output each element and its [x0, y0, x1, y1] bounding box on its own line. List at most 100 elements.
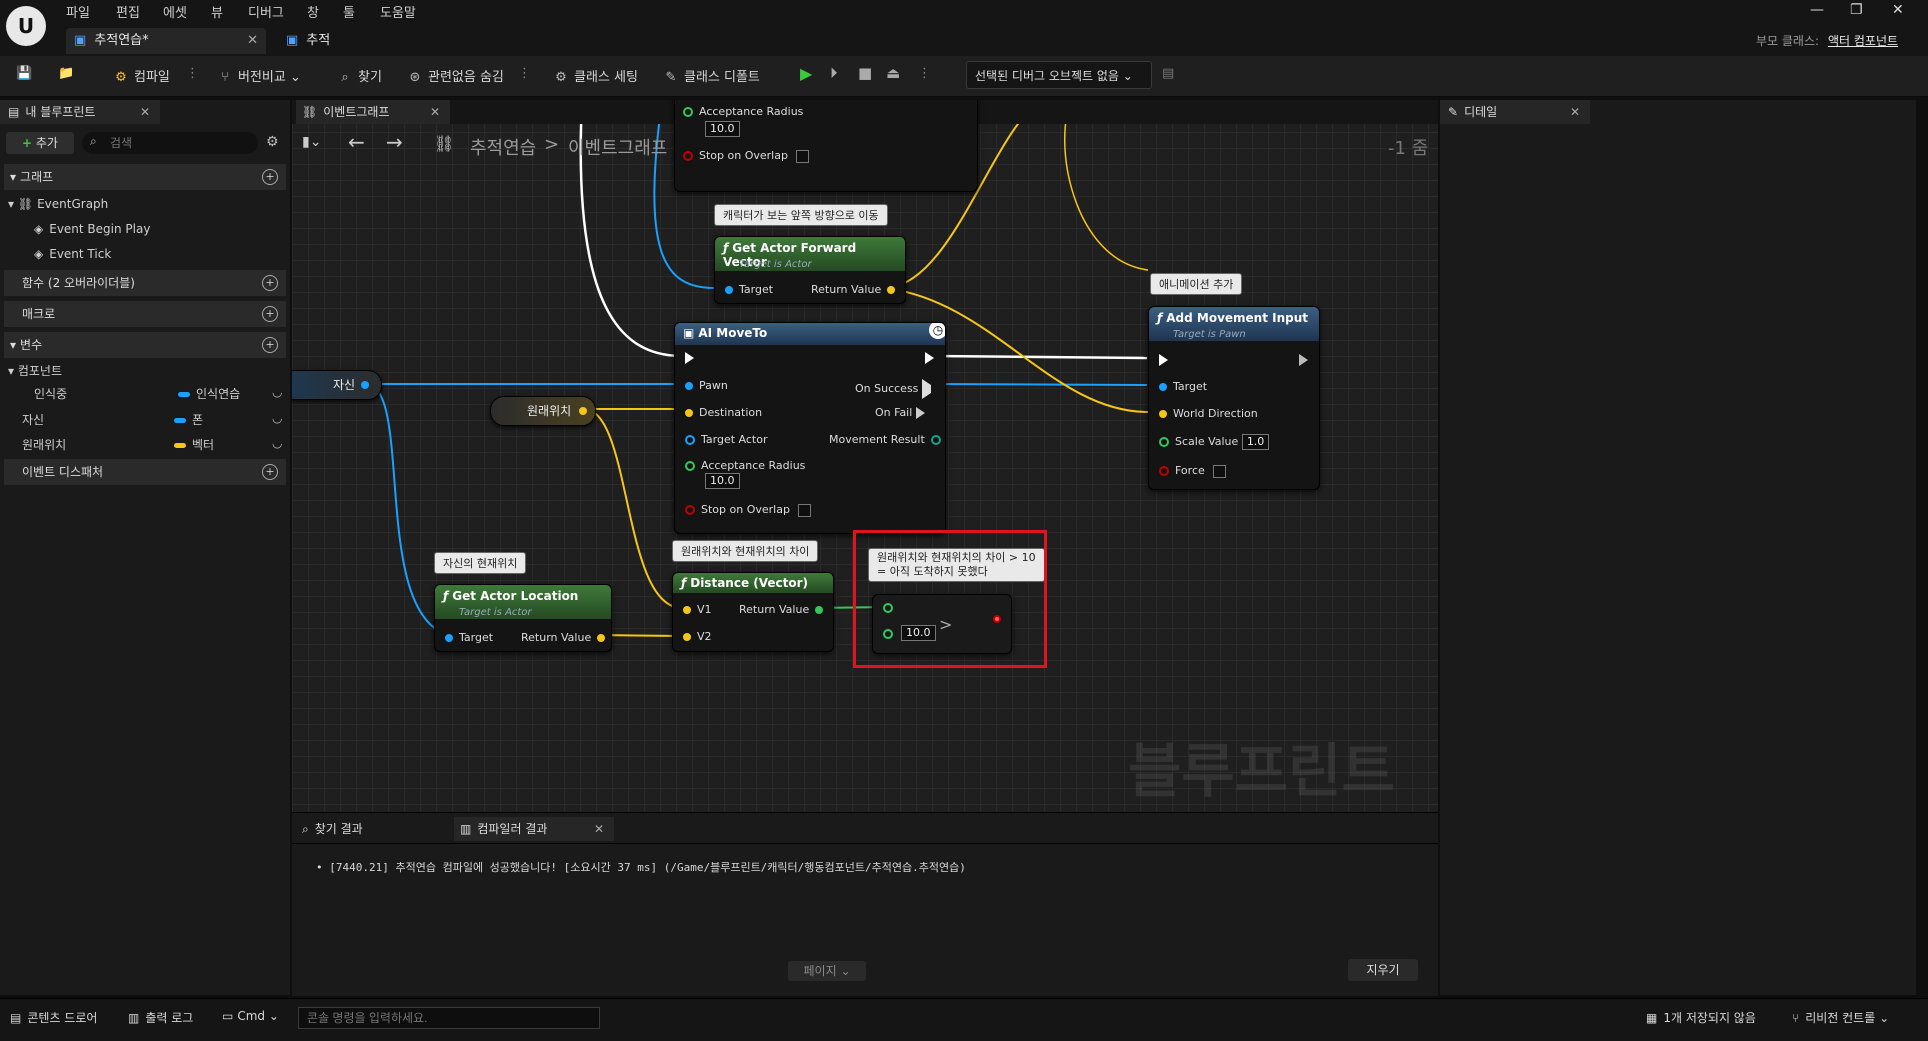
section-variables[interactable]: ▾ 변수 + — [4, 332, 286, 358]
tab-compiler-results[interactable]: ▥ 컴파일러 결과 ✕ — [454, 817, 614, 841]
object-pin[interactable] — [685, 382, 693, 390]
exec-in-pin[interactable] — [685, 352, 694, 364]
bool-pin[interactable] — [683, 151, 693, 161]
compile-button[interactable]: ⚙ 컴파일 — [112, 66, 170, 85]
revision-control-button[interactable]: ⑂ 리비전 컨트롤 ⌄ — [1792, 1009, 1889, 1026]
back-arrow-icon[interactable]: ← — [348, 130, 365, 154]
comment-bubble[interactable]: 자신의 현재위치 — [434, 552, 527, 574]
variable-row[interactable]: 인식중 — [34, 385, 67, 402]
tree-item-components[interactable]: ▾ 컴포넌트 — [8, 362, 62, 379]
add-function-icon[interactable]: + — [262, 275, 278, 291]
save-icon[interactable]: 💾 — [16, 66, 32, 81]
diff-button[interactable]: ⑂ 버전비교 ⌄ — [216, 66, 301, 85]
section-event-dispatchers[interactable]: 이벤트 디스패처 + — [4, 459, 286, 485]
comment-bubble[interactable]: 캐릭터가 보는 앞쪽 방향으로 이동 — [714, 204, 888, 226]
browse-icon[interactable]: 📁 — [58, 66, 74, 81]
vector-pin[interactable] — [887, 286, 896, 294]
section-macros[interactable]: 매크로 + — [4, 301, 286, 327]
ai-moveto-node[interactable]: ▣ AI MoveTo ◷ Pawn On Success Destination… — [674, 322, 946, 534]
object-pin[interactable] — [361, 381, 369, 389]
exec-out-pin[interactable] — [915, 407, 925, 419]
add-movement-input-node[interactable]: ƒ Add Movement Input Target is Pawn Targe… — [1148, 306, 1320, 490]
bookmark-icon[interactable]: ▮⌄ — [302, 134, 321, 150]
force-checkbox[interactable] — [1212, 464, 1226, 478]
more-options-icon[interactable]: ⋮ — [518, 66, 531, 81]
section-graphs[interactable]: ▾ 그래프 + — [4, 164, 286, 190]
add-dispatcher-icon[interactable]: + — [262, 464, 278, 480]
tab-find-results[interactable]: ⌕ 찾기 결과 — [296, 817, 446, 841]
cmd-select[interactable]: ▭ Cmd ⌄ — [222, 1009, 279, 1023]
object-pin[interactable] — [725, 286, 733, 294]
debug-filter-icon[interactable]: ▤ — [1162, 66, 1174, 81]
tree-item-event-tick[interactable]: ◈ Event Tick — [34, 247, 111, 261]
menu-tools[interactable]: 툴 — [343, 2, 355, 21]
acceptance-radius-value[interactable]: 10.0 — [705, 121, 740, 137]
menu-file[interactable]: 파일 — [66, 2, 90, 21]
class-defaults-button[interactable]: ✎ 클래스 디폴트 — [662, 66, 760, 85]
exec-out-pin[interactable] — [921, 379, 939, 399]
distance-vector-node[interactable]: ƒ Distance (Vector) V1 Return Value V2 — [672, 572, 834, 652]
page-select[interactable]: 페이지 ⌄ — [788, 961, 866, 981]
close-window-button[interactable]: ✕ — [1892, 2, 1904, 18]
close-icon[interactable]: ✕ — [594, 817, 604, 841]
object-pin[interactable] — [445, 634, 453, 642]
tab-event-graph[interactable]: ⛓ 이벤트그래프 ✕ — [296, 100, 450, 124]
play-options-icon[interactable]: ⋮ — [918, 66, 931, 81]
doc-tab-active[interactable]: ▣ 추적연습* ✕ — [66, 28, 266, 54]
self-variable-node[interactable]: 자신 — [292, 370, 382, 400]
parent-class-link[interactable]: 액터 컴포넌트 — [1828, 32, 1898, 49]
unsaved-indicator[interactable]: ▦ 1개 저장되지 않음 — [1646, 1009, 1756, 1026]
orig-location-variable-node[interactable]: 원래위치 — [490, 396, 596, 426]
variable-type[interactable]: 벡터 — [174, 436, 214, 453]
object-pin[interactable] — [685, 435, 695, 445]
search-box[interactable]: ⌕ — [82, 132, 258, 154]
forward-arrow-icon[interactable]: → — [386, 130, 403, 154]
stop-icon[interactable]: ■ — [858, 64, 872, 82]
object-pin[interactable] — [1159, 383, 1167, 391]
variable-type[interactable]: 인식연습 — [178, 385, 240, 402]
unreal-logo-icon[interactable]: U — [6, 6, 46, 46]
add-macro-icon[interactable]: + — [262, 306, 278, 322]
minimize-button[interactable]: — — [1810, 2, 1824, 18]
vector-pin[interactable] — [1159, 410, 1167, 418]
add-graph-icon[interactable]: + — [262, 169, 278, 185]
menu-asset[interactable]: 에셋 — [163, 2, 187, 21]
close-icon[interactable]: ✕ — [140, 100, 150, 124]
step-icon[interactable]: ⏵ — [830, 64, 838, 82]
bool-pin[interactable] — [685, 505, 695, 515]
output-log-button[interactable]: ▥ 출력 로그 — [128, 1009, 193, 1026]
vector-pin[interactable] — [683, 633, 691, 641]
exec-out-pin[interactable] — [1299, 354, 1308, 366]
enum-pin[interactable] — [930, 435, 941, 445]
variable-row[interactable]: 원래위치 — [22, 436, 66, 453]
vector-pin[interactable] — [683, 606, 691, 614]
breadcrumb-root[interactable]: 추적연습 — [470, 134, 536, 160]
play-icon[interactable]: ▶ — [800, 64, 812, 83]
add-button[interactable]: + 추가 — [6, 132, 74, 154]
content-drawer-button[interactable]: ▤ 콘텐츠 드로어 — [10, 1009, 97, 1026]
vector-pin[interactable] — [685, 409, 693, 417]
section-functions[interactable]: 함수 (2 오버라이더블) + — [4, 270, 286, 296]
get-actor-forward-vector-node[interactable]: ƒ Get Actor Forward Vector Target is Acto… — [714, 236, 906, 304]
close-icon[interactable]: ✕ — [430, 100, 440, 124]
close-icon[interactable]: ✕ — [247, 28, 258, 54]
bool-pin[interactable] — [1159, 466, 1169, 476]
menu-edit[interactable]: 편집 — [116, 2, 140, 21]
comment-bubble[interactable]: 애니메이션 추가 — [1150, 273, 1243, 295]
tree-item-eventgraph[interactable]: ▾ ⛓ EventGraph — [8, 197, 108, 211]
visibility-icon[interactable]: ◡ — [272, 385, 282, 399]
find-button[interactable]: ⌕ 찾기 — [336, 66, 382, 85]
settings-gear-icon[interactable]: ⚙ — [266, 134, 279, 150]
tree-item-event-begin-play[interactable]: ◈ Event Begin Play — [34, 222, 150, 236]
visibility-icon[interactable]: ◡ — [272, 411, 282, 425]
get-actor-location-node[interactable]: ƒ Get Actor Location Target is Actor Targ… — [434, 584, 612, 652]
console-input[interactable] — [298, 1007, 600, 1029]
vector-pin[interactable] — [579, 407, 587, 415]
acceptance-radius-value[interactable]: 10.0 — [705, 473, 740, 489]
float-pin[interactable] — [815, 606, 824, 614]
search-input[interactable] — [108, 134, 252, 152]
variable-type[interactable]: 폰 — [174, 411, 203, 428]
menu-help[interactable]: 도움말 — [380, 2, 416, 21]
doc-tab[interactable]: ▣ 추적 — [280, 28, 380, 54]
close-icon[interactable]: ✕ — [1570, 100, 1580, 124]
